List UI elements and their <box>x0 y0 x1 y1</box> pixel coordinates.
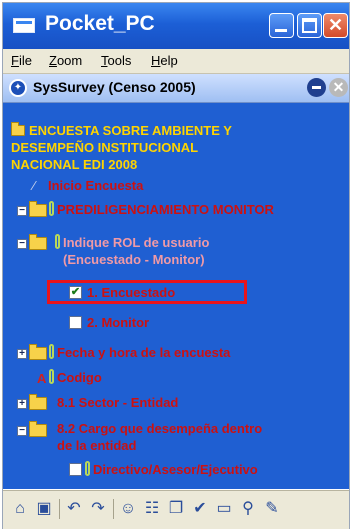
app-header-title: SysSurvey (Censo 2005) <box>33 79 196 95</box>
link-icon: ⁄ <box>33 178 36 193</box>
menu-tools-label: ools <box>107 53 132 68</box>
tree-icon[interactable]: ☷ <box>141 498 163 520</box>
folder-icon <box>11 122 25 136</box>
menu-zoom-label: oom <box>56 53 83 68</box>
expand-icon[interactable]: + <box>17 349 27 359</box>
app-header: ✦ SysSurvey (Censo 2005) ✕ <box>3 74 349 103</box>
expand-icon[interactable]: + <box>17 399 27 409</box>
tree-item-rol-line-2: (Encuestado - Monitor) <box>63 252 205 267</box>
edit-icon[interactable]: ✎ <box>261 498 283 520</box>
menu-file[interactable]: File <box>11 53 32 68</box>
option-monitor[interactable]: 2. Monitor <box>87 315 149 331</box>
search-icon[interactable]: ⚲ <box>237 498 259 520</box>
checkbox-unchecked-icon[interactable] <box>69 316 82 329</box>
clip-icon <box>49 344 54 359</box>
toolbar-separator <box>59 499 60 519</box>
header-close-button[interactable]: ✕ <box>329 78 348 97</box>
tree-item-codigo[interactable]: Codigo <box>57 370 102 386</box>
home-icon[interactable]: ⌂ <box>9 498 31 520</box>
menu-tools[interactable]: Tools <box>101 53 131 68</box>
folder-icon <box>29 201 47 217</box>
maximize-icon <box>302 18 317 33</box>
menu-file-label: ile <box>18 53 32 68</box>
user-icon[interactable]: ☺ <box>117 498 139 520</box>
folder-check-icon <box>29 421 47 437</box>
option-directivo[interactable]: Directivo/Asesor/Ejecutivo <box>93 462 258 478</box>
tree-item-inicio-encuesta[interactable]: Inicio Encuesta <box>48 178 143 194</box>
tree-root-line-3: NACIONAL EDI 2008 <box>11 157 138 172</box>
checkbox-checked-icon[interactable]: ✔ <box>69 286 82 299</box>
tree-item-cargo-line-1[interactable]: 8.2 Cargo que desempeña dentro <box>57 421 262 437</box>
title-bar: Pocket_PC ✕ <box>3 3 349 49</box>
clip-icon <box>49 369 54 384</box>
menu-bar: File Zoom Tools Help <box>3 49 349 74</box>
redo-icon[interactable]: ↷ <box>87 498 109 520</box>
window-app-icon <box>13 18 35 33</box>
maximize-button[interactable] <box>297 13 322 38</box>
menu-help-label: elp <box>160 53 178 68</box>
close-button[interactable]: ✕ <box>323 13 348 38</box>
tree-item-prediligenciamiento[interactable]: PREDILIGENCIAMIENTO MONITOR <box>57 202 274 218</box>
copy-icon[interactable]: ❐ <box>165 498 187 520</box>
menu-help[interactable]: Help <box>151 53 178 68</box>
survey-tree: ENCUESTA SOBRE AMBIENTE Y DESEMPEÑO INST… <box>3 103 349 489</box>
tree-item-cargo-line-2: de la entidad <box>57 438 137 453</box>
collapse-icon[interactable]: − <box>17 426 27 436</box>
minimize-icon <box>275 29 287 32</box>
minimize-button[interactable] <box>269 13 294 38</box>
tree-item-sector-entidad[interactable]: 8.1 Sector - Entidad <box>57 395 178 411</box>
bottom-toolbar: ⌂ ▣ ↶ ↷ ☺ ☷ ❐ ✔ ▭ ⚲ ✎ <box>3 490 349 529</box>
close-icon: ✕ <box>327 15 344 35</box>
tree-item-fecha-hora[interactable]: Fecha y hora de la encuesta <box>57 345 230 361</box>
save-icon[interactable]: ▣ <box>33 498 55 520</box>
pocket-pc-window: Pocket_PC ✕ File Zoom Tools Help ✦ SysSu… <box>2 2 350 529</box>
check-icon[interactable]: ✔ <box>189 498 211 520</box>
collapse-icon[interactable]: − <box>17 206 27 216</box>
header-minimize-button[interactable] <box>307 78 326 97</box>
clip-icon <box>55 234 60 249</box>
tree-item-rol-line-1[interactable]: Indique ROL de usuario <box>63 235 209 251</box>
checkbox-unchecked-icon[interactable] <box>69 463 82 476</box>
undo-icon[interactable]: ↶ <box>63 498 85 520</box>
folder-icon <box>29 394 47 410</box>
menu-zoom[interactable]: Zoom <box>49 53 82 68</box>
clip-icon <box>49 201 54 216</box>
folder-icon <box>29 344 47 360</box>
toolbar-separator <box>113 499 114 519</box>
clip-icon <box>85 461 90 476</box>
menu-file-accel: F <box>11 53 19 68</box>
app-logo-icon: ✦ <box>9 79 27 97</box>
tree-root-line-1[interactable]: ENCUESTA SOBRE AMBIENTE Y <box>29 123 232 139</box>
folder-icon[interactable]: ▭ <box>213 498 235 520</box>
window-title: Pocket_PC <box>45 12 155 35</box>
code-field-icon: A <box>37 371 47 386</box>
folder-check-icon <box>29 234 47 250</box>
option-encuestado[interactable]: 1. Encuestado <box>87 285 175 301</box>
menu-zoom-accel: Z <box>49 53 57 68</box>
menu-help-accel: H <box>151 53 161 68</box>
collapse-icon[interactable]: − <box>17 239 27 249</box>
tree-root-line-2: DESEMPEÑO INSTITUCIONAL <box>11 140 199 155</box>
